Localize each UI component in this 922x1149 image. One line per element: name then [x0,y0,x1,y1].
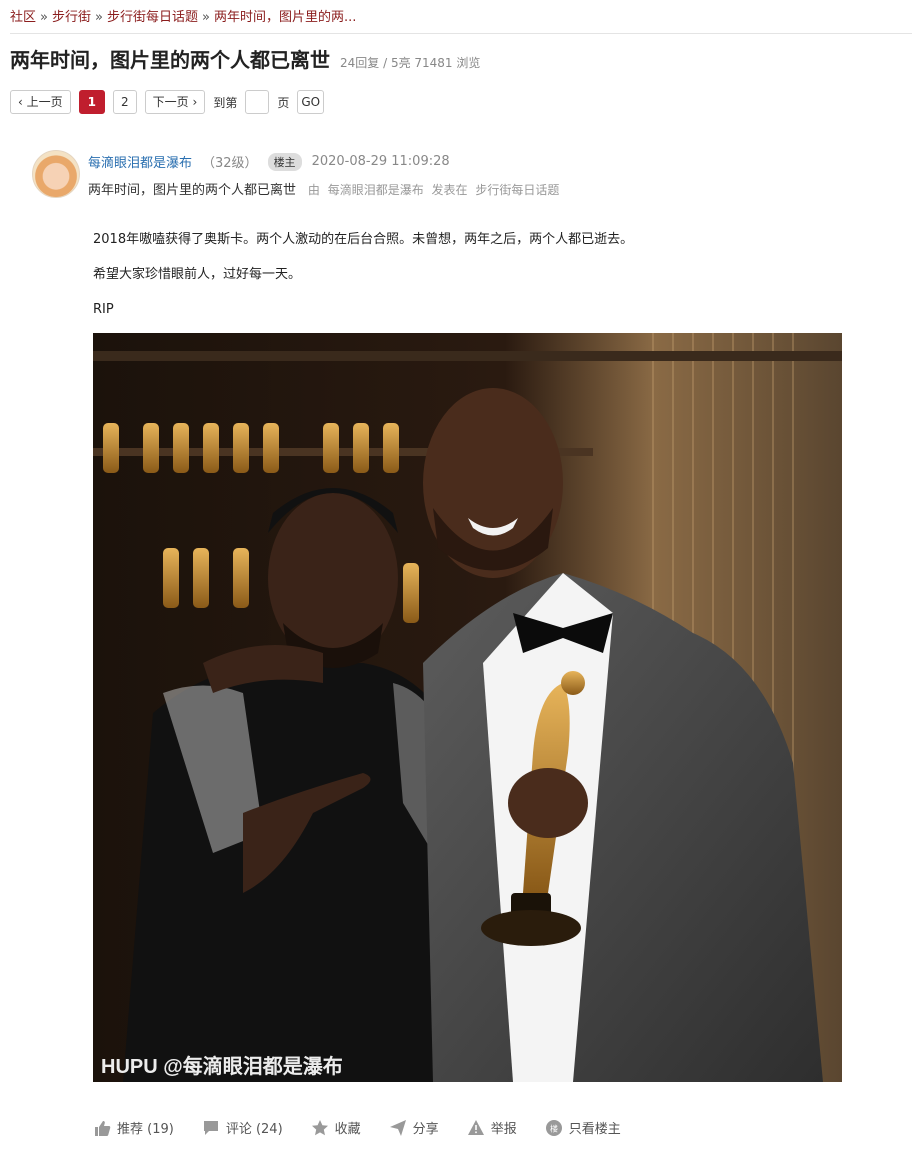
favorite-label: 收藏 [334,1122,361,1137]
thread-title: 两年时间，图片里的两个人都已离世 [10,48,330,72]
report-button[interactable]: 举报 [467,1118,517,1137]
prev-page-button[interactable]: ‹ 上一页 [10,90,71,114]
thread-stats: 24回复 / 5亮 71481 浏览 [340,56,481,70]
share-icon [389,1119,406,1136]
recommend-button[interactable]: 推荐 (19) [93,1118,174,1137]
breadcrumb-separator: » [201,10,210,25]
only-op-button[interactable]: 楼 只看楼主 [545,1118,621,1137]
only-op-label: 只看楼主 [568,1122,621,1137]
page-number-input[interactable] [245,90,270,114]
favorite-button[interactable]: 收藏 [311,1118,361,1137]
share-label: 分享 [412,1122,439,1137]
divider [10,33,912,34]
thumbs-up-icon [95,1120,111,1136]
warning-icon [467,1119,484,1135]
next-page-label: 下一页 [152,95,189,109]
image-watermark: HUPU @每滴眼泪都是瀑布 [101,1054,343,1078]
comment-label: 评论 (24) [225,1122,283,1137]
breadcrumb: 社区» 步行街» 步行街每日话题» 两年时间，图片里的两... [10,6,356,25]
comment-button[interactable]: 评论 (24) [202,1118,283,1137]
breadcrumb-separator: » [40,10,48,25]
breadcrumb-daily-topic[interactable]: 步行街每日话题 [107,10,198,25]
page-2-button[interactable]: 2 [113,90,137,114]
op-icon: 楼 [545,1119,562,1136]
posted-in-label: 发表在 [431,183,468,197]
post-content: 2018年嗷嗑获得了奥斯卡。两个人激动的在后台合照。未曾想，两年之后，两个人都已… [93,231,633,336]
next-page-button[interactable]: 下一页 › [144,90,206,114]
chevron-right-icon: › [192,95,198,109]
svg-text:楼: 楼 [550,1123,558,1133]
prev-page-label: 上一页 [26,95,63,109]
comment-icon [203,1120,218,1135]
avatar[interactable] [32,150,80,198]
post-paragraph: 希望大家珍惜眼前人，过好每一天。 [93,267,302,282]
post-subtitle: 两年时间，图片里的两个人都已离世 [88,183,297,198]
post-paragraph: RIP [93,302,114,317]
report-label: 举报 [490,1122,517,1137]
breadcrumb-community[interactable]: 社区 [10,10,36,25]
post-actions: 推荐 (19) 评论 (24) 收藏 分享 举报 楼 只看楼主 [93,1118,649,1137]
page-1-button[interactable]: 1 [78,90,106,114]
star-icon [311,1119,328,1135]
op-badge: 楼主 [267,152,302,171]
by-label: 由 [307,183,320,197]
pagination: ‹ 上一页 1 2 下一页 › 到第 页 GO [10,90,325,114]
breadcrumb-current[interactable]: 两年时间，图片里的两... [214,10,356,25]
goto-label: 到第 [213,95,238,110]
post-time: 2020-08-29 11:09:28 [311,154,450,169]
page-suffix-label: 页 [277,95,290,110]
author-name[interactable]: 每滴眼泪都是瀑布 [88,152,192,171]
go-button[interactable]: GO [297,90,325,114]
by-author-link[interactable]: 每滴眼泪都是瀑布 [328,183,424,197]
thread-header: 两年时间，图片里的两个人都已离世 24回复 / 5亮 71481 浏览 [10,44,480,73]
post-image[interactable]: HUPU @每滴眼泪都是瀑布 [93,333,842,1082]
share-button[interactable]: 分享 [389,1118,439,1137]
board-link[interactable]: 步行街每日话题 [475,183,559,197]
author-level: （32级） [202,156,258,171]
chevron-left-icon: ‹ [18,95,23,109]
recommend-label: 推荐 (19) [117,1122,174,1137]
breadcrumb-street[interactable]: 步行街 [52,10,91,25]
post-paragraph: 2018年嗷嗑获得了奥斯卡。两个人激动的在后台合照。未曾想，两年之后，两个人都已… [93,232,634,247]
breadcrumb-separator: » [95,10,103,25]
